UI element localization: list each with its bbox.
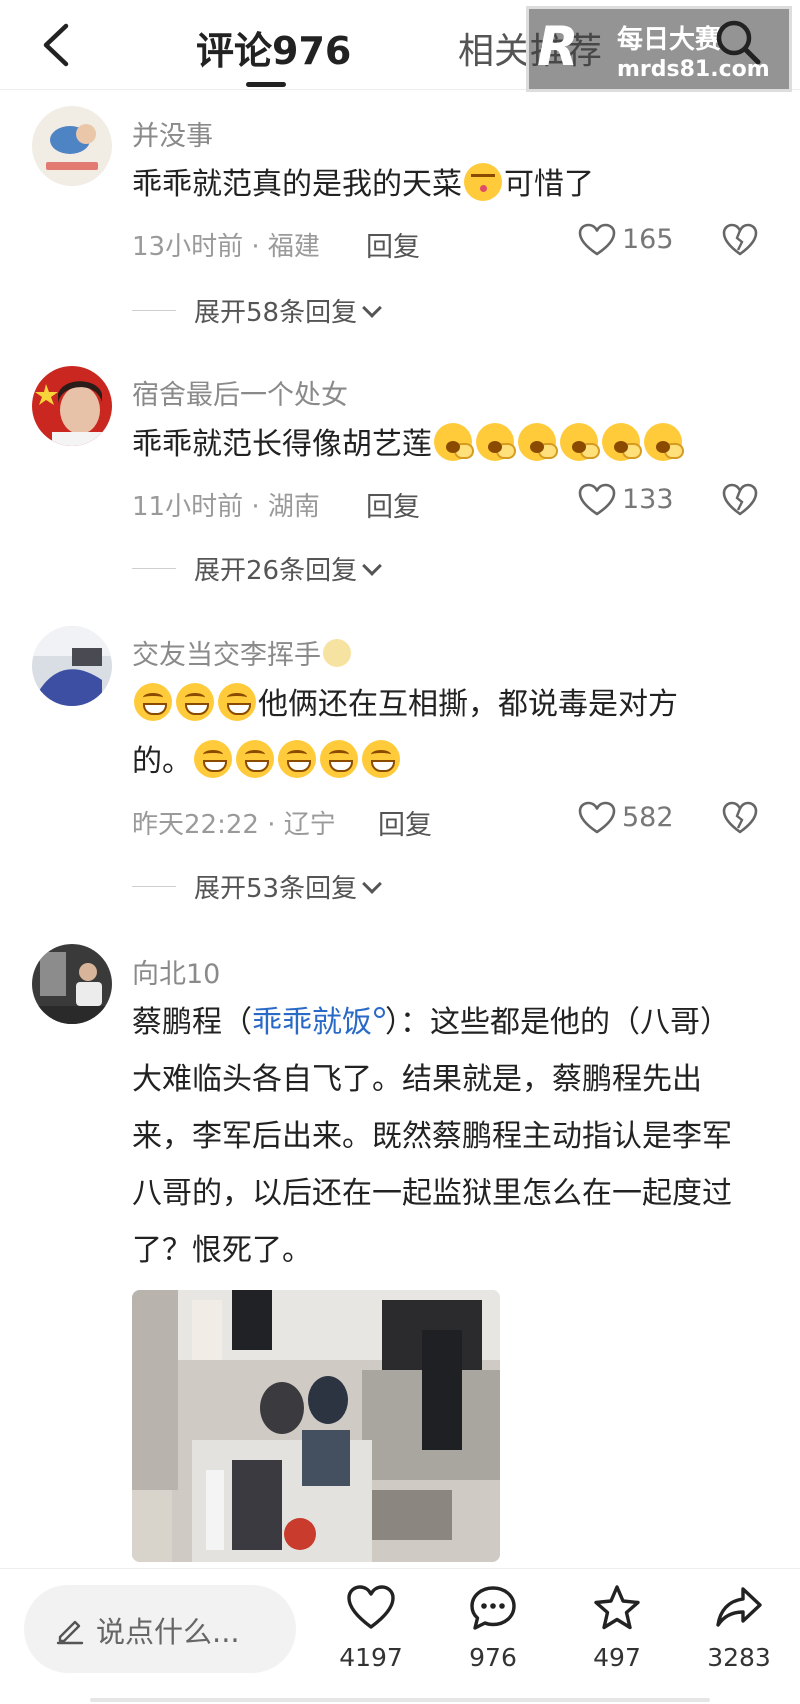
like-count: 582 <box>622 802 674 833</box>
divider <box>132 886 176 887</box>
heart-icon[interactable] <box>578 223 616 257</box>
comment-text: 乖乖就范真的是我的天菜 可惜了 <box>132 156 752 213</box>
comment-username[interactable]: 向北10 <box>132 952 220 991</box>
reply-button[interactable]: 回复 <box>366 225 420 264</box>
comment-text-part: 乖乖就范长得像胡艺莲 <box>132 427 432 462</box>
comment-text-part: 乖乖就范真的是我的天菜 <box>132 167 462 202</box>
share-button[interactable]: 3283 <box>684 1583 794 1693</box>
username-text: 交友当交李挥手 <box>132 640 321 671</box>
like-button[interactable]: 4197 <box>316 1583 426 1693</box>
top-nav-bar: 评论976 相关推荐 R 每日大赛 mrds81.com <box>0 0 800 92</box>
broken-heart-icon[interactable] <box>722 801 758 835</box>
grin-emoji-icon <box>362 739 400 778</box>
grin-emoji-icon <box>218 682 256 721</box>
favorite-button[interactable]: 497 <box>562 1583 672 1693</box>
divider <box>132 568 176 569</box>
comment-text-part: 可惜了 <box>504 167 594 202</box>
reply-button[interactable]: 回复 <box>378 803 432 842</box>
comment-text: 蔡鹏程（乖乖就饭 ）：这些都是他的（八哥）大难临头各自飞了。结果就是，蔡鹏程先出来… <box>132 994 752 1279</box>
expand-replies-button[interactable]: 展开58条回复 <box>194 292 382 329</box>
avatar[interactable] <box>32 106 112 186</box>
yawn-emoji-icon <box>518 422 558 461</box>
comment-text-part: 蔡鹏程（ <box>132 1005 252 1040</box>
broken-heart-icon[interactable] <box>722 483 758 517</box>
comment-total: 976 <box>469 1643 517 1672</box>
comment-meta: 昨天22:22 · 辽宁 <box>132 810 336 840</box>
grin-emoji-icon <box>194 739 232 778</box>
comment-username[interactable]: 宿舍最后一个处女 <box>132 373 348 412</box>
mention-link[interactable]: 乖乖就饭 <box>252 1005 372 1040</box>
grin-emoji-icon <box>236 739 274 778</box>
avatar[interactable] <box>32 626 112 706</box>
expand-replies-label: 展开53条回复 <box>194 874 358 904</box>
like-count: 133 <box>622 484 674 515</box>
watermark-logo: R <box>537 15 579 78</box>
search-icon <box>374 1007 385 1018</box>
comment-text-part: ）：这些都是他的（八哥）大难临头各自飞了。结果就是，蔡鹏程先出来，李军后出来。既… <box>132 1005 732 1268</box>
broken-heart-icon[interactable] <box>722 223 758 257</box>
bottom-action-bar: 说点什么... 4197 976 497 3283 <box>0 1568 800 1704</box>
avatar[interactable] <box>32 366 112 446</box>
comment-meta: 13小时前 · 福建 <box>132 232 320 262</box>
yawn-emoji-icon <box>644 422 684 461</box>
comment-text-part: 他俩还在互相撕，都说毒是对方 <box>258 687 678 722</box>
star-icon <box>594 1585 640 1630</box>
comment-text: 他俩还在互相撕，都说毒是对方 的。 <box>132 676 752 790</box>
avatar[interactable] <box>32 944 112 1024</box>
comment-button[interactable]: 976 <box>438 1583 548 1693</box>
comment-text: 乖乖就范长得像胡艺莲 <box>132 416 752 473</box>
comment-meta: 11小时前 · 湖南 <box>132 492 320 522</box>
expand-replies-button[interactable]: 展开26条回复 <box>194 550 382 587</box>
yawn-emoji-icon <box>602 422 642 461</box>
yawn-emoji-icon <box>434 422 474 461</box>
back-arrow-icon[interactable] <box>38 22 78 68</box>
grin-emoji-icon <box>320 739 358 778</box>
watermark-title: 每日大赛 <box>617 25 722 55</box>
favorite-total: 497 <box>593 1643 641 1672</box>
like-count: 165 <box>622 224 674 255</box>
yawn-emoji-icon <box>476 422 516 461</box>
yawn-emoji-icon <box>560 422 600 461</box>
pencil-icon <box>56 1620 84 1645</box>
expand-replies-label: 展开58条回复 <box>194 298 358 328</box>
input-placeholder: 说点什么... <box>96 1615 240 1649</box>
comment-text-part: 的。 <box>132 744 192 779</box>
chevron-down-icon <box>362 874 382 894</box>
home-indicator <box>90 1698 710 1702</box>
grin-emoji-icon <box>278 739 316 778</box>
like-total: 4197 <box>339 1643 403 1672</box>
reply-button[interactable]: 回复 <box>366 485 420 524</box>
comment-username[interactable]: 交友当交李挥手 <box>132 633 353 672</box>
active-tab-indicator <box>246 82 286 87</box>
comment-input[interactable]: 说点什么... <box>24 1585 296 1673</box>
grin-emoji-icon <box>134 682 172 721</box>
shy-emoji-icon <box>323 638 351 667</box>
chevron-down-icon <box>362 556 382 576</box>
comment-photo[interactable] <box>132 1290 500 1562</box>
share-total: 3283 <box>707 1643 771 1672</box>
expand-replies-button[interactable]: 展开53条回复 <box>194 868 382 905</box>
grin-emoji-icon <box>176 682 214 721</box>
share-arrow-icon <box>716 1587 762 1627</box>
comment-username[interactable]: 并没事 <box>132 114 213 153</box>
comment-bubble-icon <box>470 1586 516 1630</box>
divider <box>132 310 176 311</box>
expand-replies-label: 展开26条回复 <box>194 556 358 586</box>
heart-icon[interactable] <box>578 801 616 835</box>
chevron-down-icon <box>362 298 382 318</box>
tab-comments[interactable]: 评论976 <box>196 20 351 75</box>
search-icon[interactable] <box>712 16 764 68</box>
heart-icon <box>347 1585 395 1629</box>
kiss-emoji-icon <box>464 162 502 201</box>
heart-icon[interactable] <box>578 483 616 517</box>
